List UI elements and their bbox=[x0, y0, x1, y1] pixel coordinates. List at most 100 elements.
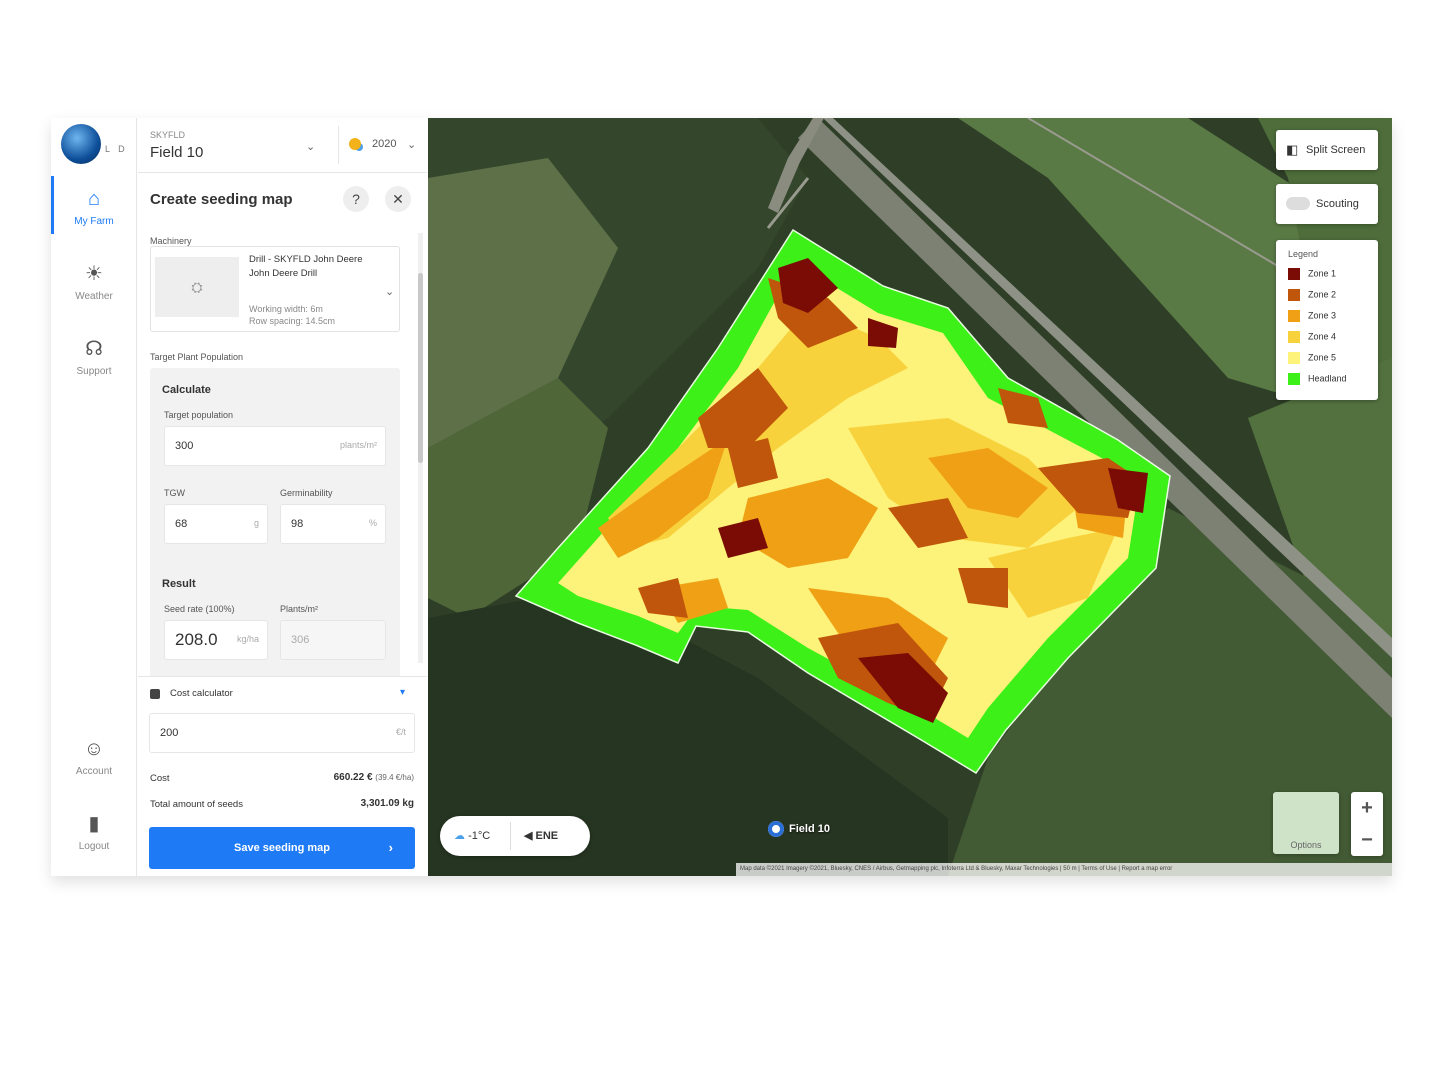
nav-item-support[interactable]: ☊ Support bbox=[51, 338, 137, 377]
legend-item: Zone 4 bbox=[1288, 331, 1336, 345]
panel-title: Create seeding map bbox=[150, 191, 293, 208]
weather-wind: ◀ ENE bbox=[524, 829, 558, 842]
seeding-panel: SKYFLD Field 10 ⌄ 2020 ⌄ « Create seedin… bbox=[138, 118, 438, 876]
result-heading: Result bbox=[162, 578, 196, 590]
target-population-unit: plants/m² bbox=[339, 440, 377, 450]
split-screen-button[interactable]: ◧ Split Screen bbox=[1276, 130, 1378, 170]
field-marker[interactable]: Field 10 bbox=[768, 821, 830, 837]
legend-swatch bbox=[1288, 352, 1300, 364]
total-seeds-label: Total amount of seeds bbox=[150, 799, 243, 810]
nav-item-account[interactable]: ☺ Account bbox=[51, 738, 137, 777]
tgw-unit: g bbox=[253, 518, 259, 528]
field-selector: SKYFLD Field 10 ⌄ 2020 ⌄ bbox=[138, 118, 427, 173]
zoom-out-button[interactable]: − bbox=[1351, 824, 1383, 856]
map-options-button[interactable]: Options bbox=[1273, 792, 1339, 854]
chevron-down-icon: ⌄ bbox=[385, 286, 395, 298]
app-logo[interactable]: L D bbox=[57, 122, 131, 166]
seed-rate-unit: kg/ha bbox=[236, 634, 259, 644]
seed-price-input[interactable]: 200 €/t bbox=[149, 713, 415, 753]
legend-label: Zone 4 bbox=[1308, 331, 1337, 342]
legend-item: Zone 1 bbox=[1288, 268, 1336, 282]
target-population-label: Target population bbox=[164, 410, 234, 420]
scouting-toggle[interactable]: Scouting bbox=[1276, 184, 1378, 224]
expand-toggle-icon[interactable]: ▾ bbox=[400, 687, 405, 698]
machinery-width: Working width: 6m bbox=[249, 304, 323, 314]
legend-label: Zone 5 bbox=[1308, 352, 1337, 363]
germinability-label: Germinability bbox=[280, 488, 333, 498]
field-pin-icon bbox=[768, 821, 784, 837]
chevron-right-icon: › bbox=[388, 840, 393, 855]
plants-value: 306 bbox=[291, 634, 310, 646]
cost-calculator: Cost calculator ▾ 200 €/t Cost 660.22 € … bbox=[138, 676, 427, 876]
map-view[interactable]: ◧ Split Screen Scouting Legend Zone 1 Zo… bbox=[428, 118, 1392, 876]
map-attribution[interactable]: Map data ©2021 Imagery ©2021, Bluesky, C… bbox=[736, 863, 1392, 876]
nav-label: My Farm bbox=[74, 216, 114, 227]
legend-swatch bbox=[1288, 331, 1300, 343]
target-population-input[interactable]: 300 plants/m² bbox=[164, 426, 386, 466]
help-button[interactable]: ? bbox=[343, 186, 369, 212]
nav-item-logout[interactable]: ▮ Logout bbox=[51, 813, 137, 852]
legend-swatch bbox=[1288, 373, 1300, 385]
machinery-label: Machinery bbox=[150, 236, 192, 246]
seed-rate-value: 208.0 bbox=[175, 630, 218, 649]
legend-swatch bbox=[1288, 310, 1300, 322]
legend-title: Legend bbox=[1288, 249, 1319, 259]
app-window: L D ⌂ My Farm ☀ Weather ☊ Support ☺ Acco… bbox=[51, 118, 1392, 876]
seed-rate-input[interactable]: 208.0 kg/ha bbox=[164, 620, 268, 660]
cost-total: 660.22 € bbox=[333, 772, 373, 783]
machinery-select[interactable]: ⛭ Drill - SKYFLD John Deere John Deere D… bbox=[150, 246, 400, 332]
wind-direction: ENE bbox=[535, 830, 559, 842]
nav-item-weather[interactable]: ☀ Weather bbox=[51, 263, 137, 302]
save-label: Save seeding map bbox=[234, 842, 330, 854]
left-nav: L D ⌂ My Farm ☀ Weather ☊ Support ☺ Acco… bbox=[51, 118, 137, 876]
zoom-control: + − bbox=[1351, 792, 1383, 856]
germinability-unit: % bbox=[368, 518, 377, 528]
calculate-heading: Calculate bbox=[162, 384, 211, 396]
save-seeding-map-button[interactable]: Save seeding map › bbox=[149, 827, 415, 869]
map-legend: Legend Zone 1 Zone 2 Zone 3 Zone 4 Zone … bbox=[1276, 240, 1378, 400]
legend-item: Zone 5 bbox=[1288, 352, 1336, 366]
field-name[interactable]: Field 10 bbox=[150, 144, 203, 161]
farm-label: SKYFLD bbox=[150, 130, 186, 140]
logo-letters: L D bbox=[105, 144, 128, 154]
year-selector[interactable]: 2020 ⌄ bbox=[338, 126, 424, 164]
plants-input: 306 bbox=[280, 620, 386, 660]
form-scroll-area[interactable]: Machinery ⛭ Drill - SKYFLD John Deere Jo… bbox=[138, 228, 427, 676]
scrollbar-thumb[interactable] bbox=[418, 273, 423, 463]
chevron-down-icon[interactable]: ⌄ bbox=[306, 140, 315, 153]
zoom-in-button[interactable]: + bbox=[1351, 792, 1383, 824]
scouting-label: Scouting bbox=[1316, 198, 1359, 210]
close-button[interactable]: ✕ bbox=[385, 186, 411, 212]
home-icon: ⌂ bbox=[87, 188, 101, 210]
headset-icon: ☊ bbox=[85, 338, 103, 360]
year-value: 2020 bbox=[372, 138, 397, 150]
calculate-box: Calculate Target population 300 plants/m… bbox=[150, 368, 400, 676]
split-screen-label: Split Screen bbox=[1306, 144, 1366, 156]
legend-swatch bbox=[1288, 289, 1300, 301]
legend-item: Headland bbox=[1288, 373, 1347, 387]
weather-widget[interactable]: ☁ -1°C ◀ ENE bbox=[440, 816, 590, 856]
target-plant-population-label: Target Plant Population bbox=[150, 352, 244, 362]
panel-scrollbar[interactable] bbox=[418, 233, 423, 663]
toggle-switch[interactable] bbox=[1286, 197, 1310, 210]
machinery-specs: Working width: 6m Row spacing: 14.5cm bbox=[249, 303, 389, 327]
calculator-icon bbox=[150, 689, 160, 699]
seed-rate-label: Seed rate (100%) bbox=[164, 604, 235, 614]
germinability-input[interactable]: 98 % bbox=[280, 504, 386, 544]
chevron-down-icon: ⌄ bbox=[407, 139, 417, 151]
split-screen-icon: ◧ bbox=[1286, 142, 1299, 157]
legend-label: Zone 2 bbox=[1308, 289, 1337, 300]
options-label: Options bbox=[1290, 840, 1322, 850]
tgw-label: TGW bbox=[164, 488, 185, 498]
nav-label: Account bbox=[75, 766, 113, 777]
machinery-name: Drill - SKYFLD John Deere John Deere Dri… bbox=[249, 254, 363, 279]
tgw-value: 68 bbox=[175, 518, 188, 530]
seed-price-unit: €/t bbox=[395, 727, 406, 737]
nav-item-my-farm[interactable]: ⌂ My Farm bbox=[51, 188, 137, 227]
sun-icon: ☀ bbox=[85, 263, 103, 285]
cost-per-ha: (39.4 €/ha) bbox=[375, 773, 414, 782]
seed-price-value: 200 bbox=[160, 727, 179, 739]
temperature-value: -1°C bbox=[468, 830, 491, 842]
nav-label: Logout bbox=[78, 841, 110, 852]
tgw-input[interactable]: 68 g bbox=[164, 504, 268, 544]
